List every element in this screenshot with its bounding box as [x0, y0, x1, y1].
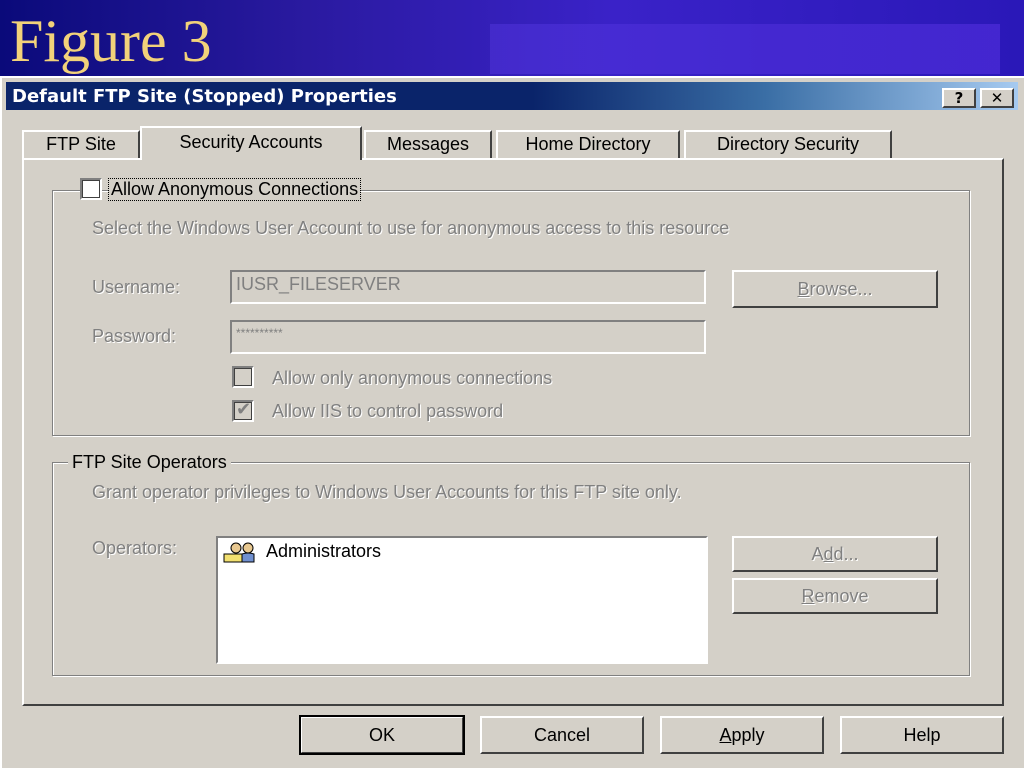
slide-title: Figure 3	[10, 8, 212, 74]
slide-decoration	[490, 24, 1000, 74]
iis-control-password-checkbox[interactable]: ✔	[232, 399, 254, 422]
checkmark-icon: ✔	[236, 399, 252, 419]
operators-group-label: FTP Site Operators	[68, 452, 231, 473]
security-accounts-panel: Allow Anonymous Connections Select the W…	[22, 158, 1004, 706]
anonymous-only-label: Allow only anonymous connections	[272, 368, 553, 388]
operators-label: Operators:	[92, 538, 178, 558]
remove-operator-button[interactable]: Remove	[732, 578, 938, 614]
ok-button[interactable]: OK	[299, 715, 465, 755]
help-button[interactable]: Help	[840, 716, 1004, 754]
operators-listbox[interactable]: Administrators	[216, 536, 708, 664]
add-operator-button[interactable]: Add...	[732, 536, 938, 572]
username-label: Username:	[92, 277, 181, 297]
tab-directory-security[interactable]: Directory Security	[684, 130, 892, 158]
help-title-button[interactable]: ?	[942, 88, 976, 108]
password-label: Password:	[92, 326, 177, 346]
user-group-icon	[222, 540, 262, 564]
anonymous-description: Select the Windows User Account to use f…	[92, 218, 730, 238]
dialog-title: Default FTP Site (Stopped) Properties	[12, 86, 397, 107]
close-title-button[interactable]: ✕	[980, 88, 1014, 108]
tab-security-accounts[interactable]: Security Accounts	[140, 126, 362, 160]
username-field[interactable]: IUSR_FILESERVER	[230, 270, 706, 304]
cancel-button[interactable]: Cancel	[480, 716, 644, 754]
tab-home-directory[interactable]: Home Directory	[496, 130, 680, 158]
list-item[interactable]: Administrators	[222, 540, 381, 564]
operator-name: Administrators	[266, 540, 382, 561]
tab-messages[interactable]: Messages	[364, 130, 492, 158]
operators-description: Grant operator privileges to Windows Use…	[92, 482, 682, 502]
apply-button[interactable]: Apply	[660, 716, 824, 754]
iis-control-password-label: Allow IIS to control password	[272, 401, 504, 421]
dialog-titlebar[interactable]: Default FTP Site (Stopped) Properties ? …	[6, 82, 1018, 110]
properties-dialog: Default FTP Site (Stopped) Properties ? …	[0, 76, 1024, 768]
tab-ftp-site[interactable]: FTP Site	[22, 130, 140, 158]
password-field[interactable]: **********	[230, 320, 706, 354]
allow-anonymous-checkbox[interactable]	[80, 178, 102, 200]
allow-anonymous-label[interactable]: Allow Anonymous Connections	[108, 178, 362, 201]
browse-button[interactable]: Browse...	[732, 270, 938, 308]
anonymous-only-checkbox[interactable]	[232, 366, 254, 388]
